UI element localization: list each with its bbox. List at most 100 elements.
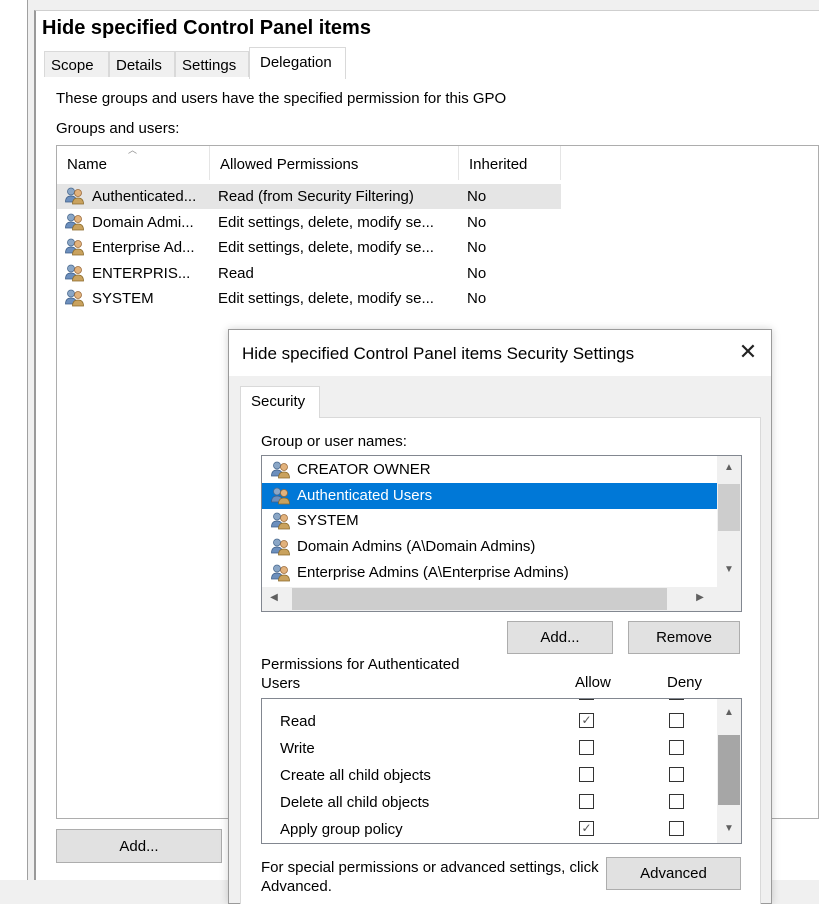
deny-checkbox[interactable]: [669, 713, 684, 728]
add-delegation-button[interactable]: Add...: [56, 829, 222, 863]
column-inherited[interactable]: Inherited: [459, 146, 561, 180]
permission-name: Apply group policy: [280, 821, 403, 838]
user-list-vertical-scrollbar[interactable]: ▲ ▼: [717, 456, 741, 589]
user-group-icon: [271, 538, 290, 556]
permission-row: Delete all child objects: [262, 788, 718, 815]
user-list-item[interactable]: CREATOR OWNER: [262, 457, 720, 483]
row-allowed-permissions: Edit settings, delete, modify se...: [218, 213, 434, 231]
dialog-titlebar[interactable]: Hide specified Control Panel items Secur…: [229, 330, 771, 376]
group-user-names-label: Group or user names:: [261, 433, 407, 450]
column-name[interactable]: ︿ Name: [57, 145, 210, 180]
user-name: CREATOR OWNER: [297, 461, 431, 478]
user-group-icon: [65, 289, 84, 307]
row-name: Enterprise Ad...: [92, 239, 195, 256]
permission-row: Create all child objects: [262, 761, 718, 788]
permissions-for-label: Permissions for Authenticated Users: [261, 656, 460, 692]
allow-checkbox[interactable]: [579, 699, 594, 700]
special-permissions-text: For special permissions or advanced sett…: [261, 859, 599, 895]
user-list-hscroll-thumb[interactable]: [292, 588, 667, 610]
scroll-left-arrow-icon[interactable]: ◀: [264, 592, 284, 603]
allow-checkbox[interactable]: ✓: [579, 821, 594, 836]
allow-checkbox[interactable]: ✓: [579, 713, 594, 728]
scroll-down-arrow-icon[interactable]: ▼: [717, 823, 741, 834]
user-list-item[interactable]: Authenticated Users: [262, 482, 720, 509]
user-group-icon: [65, 264, 84, 281]
user-list-item[interactable]: Domain Admins (A\Domain Admins): [262, 534, 720, 560]
security-tab-panel: Group or user names: CREATOR OWNER Authen…: [240, 417, 761, 904]
row-inherited: No: [467, 213, 487, 231]
user-group-icon: [65, 238, 84, 256]
column-allowed-permissions[interactable]: Allowed Permissions: [210, 146, 459, 180]
scrollbar-corner: [717, 587, 741, 611]
scroll-up-arrow-icon[interactable]: ▲: [717, 462, 741, 473]
row-name: Domain Admi...: [92, 213, 194, 231]
permission-name: Write: [280, 740, 315, 757]
security-settings-dialog: Hide specified Control Panel items Secur…: [228, 329, 772, 904]
user-name: SYSTEM: [297, 512, 359, 530]
user-group-icon: [65, 187, 84, 205]
tab-delegation[interactable]: Delegation: [249, 47, 346, 79]
close-icon[interactable]: ✕: [733, 338, 763, 368]
deny-checkbox[interactable]: [669, 767, 684, 782]
user-list-item[interactable]: SYSTEM: [262, 508, 720, 534]
table-row[interactable]: SYSTEM Edit settings, delete, modify se..…: [57, 286, 561, 311]
scroll-down-arrow-icon[interactable]: ▼: [717, 564, 741, 575]
groups-and-users-label: Groups and users:: [56, 120, 180, 137]
permission-row: Write: [262, 734, 718, 761]
scroll-up-arrow-icon[interactable]: ▲: [717, 707, 741, 718]
tab-settings[interactable]: Settings: [175, 51, 249, 78]
user-group-icon: [65, 213, 84, 230]
deny-checkbox[interactable]: [669, 699, 684, 700]
user-list-scroll-thumb[interactable]: [718, 484, 740, 531]
remove-user-button[interactable]: Remove: [628, 621, 740, 654]
delegation-info-text: These groups and users have the specifie…: [56, 90, 507, 107]
user-group-icon: [271, 564, 290, 582]
permission-name: Read: [280, 713, 316, 730]
user-name: Domain Admins (A\Domain Admins): [297, 538, 536, 556]
table-row[interactable]: Authenticated... Read (from Security Filt…: [57, 184, 561, 209]
row-inherited: No: [467, 264, 487, 282]
deny-column-header: Deny: [667, 674, 703, 691]
row-name: SYSTEM: [92, 290, 154, 307]
advanced-button[interactable]: Advanced: [606, 857, 741, 890]
row-inherited: No: [467, 188, 487, 205]
allow-checkbox[interactable]: [579, 767, 594, 782]
row-allowed-permissions: Read (from Security Filtering): [218, 188, 414, 205]
user-list-item[interactable]: Enterprise Admins (A\Enterprise Admins): [262, 560, 720, 586]
group-user-list[interactable]: CREATOR OWNER Authenticated Users SYSTEM Do…: [261, 455, 742, 612]
scroll-right-arrow-icon[interactable]: ▶: [690, 592, 710, 603]
permission-name: Create all child objects: [280, 767, 431, 784]
allow-checkbox[interactable]: [579, 794, 594, 809]
permission-row-partial: [262, 699, 718, 706]
permission-row: Apply group policy ✓: [262, 815, 718, 842]
user-group-icon: [271, 487, 290, 505]
table-row[interactable]: ENTERPRIS... Read No: [57, 261, 561, 286]
user-name: Authenticated Users: [297, 486, 433, 504]
allow-checkbox[interactable]: [579, 740, 594, 755]
table-row[interactable]: Domain Admi... Edit settings, delete, mod…: [57, 210, 561, 235]
user-group-icon: [271, 512, 290, 530]
left-pane-edge: [0, 0, 28, 880]
add-user-button[interactable]: Add...: [507, 621, 613, 654]
deny-checkbox[interactable]: [669, 740, 684, 755]
user-group-icon: [271, 461, 290, 479]
row-name: Authenticated...: [92, 188, 197, 205]
row-allowed-permissions: Read: [218, 264, 254, 282]
permission-row: Read ✓: [262, 707, 718, 734]
deny-checkbox[interactable]: [669, 794, 684, 809]
row-inherited: No: [467, 239, 487, 256]
permissions-vertical-scrollbar[interactable]: ▲ ▼: [717, 699, 741, 843]
gpo-title: Hide specified Control Panel items: [42, 17, 371, 39]
tab-scope[interactable]: Scope: [44, 51, 109, 78]
dialog-title: Hide specified Control Panel items Secur…: [242, 344, 635, 363]
tab-details[interactable]: Details: [109, 51, 175, 78]
user-name: Enterprise Admins (A\Enterprise Admins): [297, 563, 569, 581]
table-row[interactable]: Enterprise Ad... Edit settings, delete, m…: [57, 235, 561, 260]
deny-checkbox[interactable]: [669, 821, 684, 836]
user-list-horizontal-scrollbar[interactable]: ◀ ▶: [262, 587, 719, 611]
allow-column-header: Allow: [575, 674, 611, 691]
row-allowed-permissions: Edit settings, delete, modify se...: [218, 290, 434, 307]
tab-security[interactable]: Security: [240, 386, 320, 418]
permissions-list[interactable]: Read ✓ Write Create all child objects Delete…: [261, 698, 742, 844]
permissions-scroll-thumb[interactable]: [718, 735, 740, 805]
